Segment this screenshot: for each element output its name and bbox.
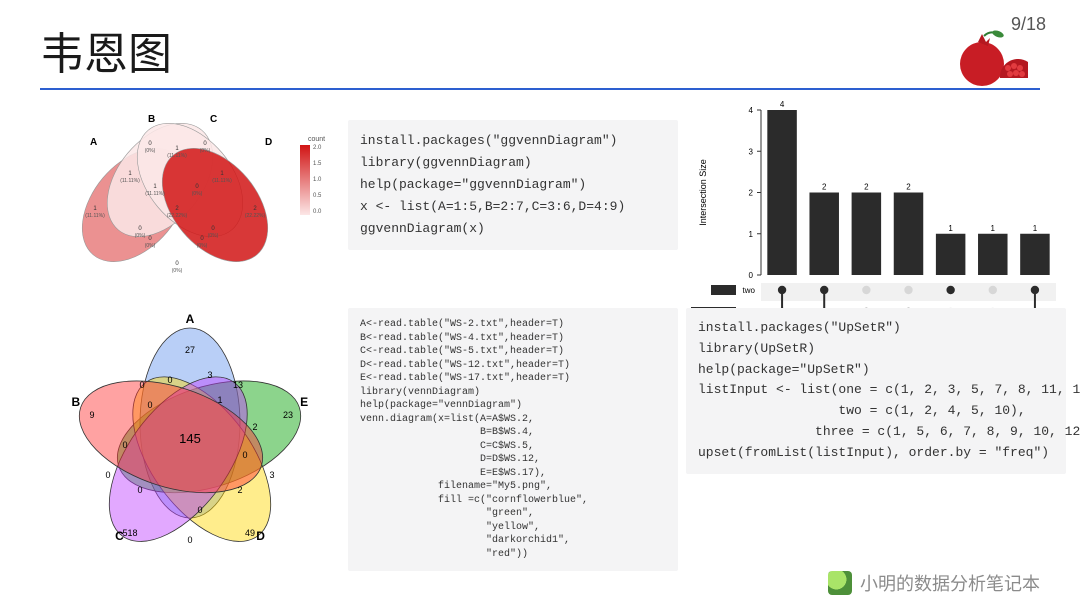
svg-text:0: 0 [749, 271, 754, 280]
svg-text:B: B [72, 395, 81, 409]
upset-figure: 01234Intersection Size4222111twoonethree [686, 100, 1066, 300]
svg-text:(11.11%): (11.11%) [212, 178, 232, 184]
svg-text:two: two [743, 286, 756, 295]
svg-text:4: 4 [749, 106, 754, 115]
svg-text:4: 4 [780, 100, 785, 109]
svg-text:(0%): (0%) [197, 243, 208, 249]
svg-text:0: 0 [167, 375, 172, 385]
venn4-figure: ABCD1(11.11%)0(0%)0(0%)2(22.22%)1(11.11%… [40, 100, 340, 300]
watermark: 小明的数据分析笔记本 [828, 570, 1040, 596]
svg-text:(0%): (0%) [172, 268, 183, 274]
svg-text:27: 27 [185, 345, 195, 355]
svg-text:1: 1 [948, 224, 953, 233]
svg-text:1: 1 [217, 395, 222, 405]
watermark-text: 小明的数据分析笔记本 [860, 570, 1040, 596]
svg-text:2: 2 [906, 183, 911, 192]
svg-text:D: D [256, 529, 265, 543]
svg-text:0.0: 0.0 [313, 209, 322, 215]
svg-text:0: 0 [137, 485, 142, 495]
svg-text:1: 1 [991, 224, 996, 233]
svg-text:1.0: 1.0 [313, 177, 322, 183]
svg-text:0: 0 [139, 380, 144, 390]
venn5-figure: AEDCB27234951891451303003012200000 [40, 308, 340, 568]
svg-text:1.5: 1.5 [313, 161, 322, 167]
svg-text:0: 0 [122, 440, 127, 450]
svg-text:(0%): (0%) [200, 148, 211, 154]
slide-title: 韦恩图 [40, 18, 1040, 82]
svg-text:2: 2 [252, 422, 257, 432]
svg-text:0: 0 [187, 535, 192, 545]
svg-text:9: 9 [89, 410, 94, 420]
svg-text:C: C [210, 114, 217, 125]
svg-text:(11.11%): (11.11%) [120, 178, 140, 184]
svg-text:1: 1 [1033, 224, 1038, 233]
svg-text:(0%): (0%) [135, 233, 146, 239]
svg-text:(22.22%): (22.22%) [167, 213, 188, 219]
title-divider [40, 88, 1040, 90]
code-ggvenn: install.packages("ggvennDiagram") librar… [348, 100, 678, 300]
svg-text:0: 0 [105, 470, 110, 480]
svg-text:B: B [148, 114, 155, 125]
svg-text:(0%): (0%) [145, 243, 156, 249]
svg-text:0: 0 [242, 450, 247, 460]
svg-text:(11.11%): (11.11%) [167, 153, 187, 159]
svg-text:D: D [265, 137, 272, 148]
svg-text:(11.11%): (11.11%) [145, 191, 165, 197]
svg-text:145: 145 [179, 431, 201, 446]
svg-text:518: 518 [122, 528, 137, 538]
svg-text:2: 2 [822, 183, 827, 192]
svg-text:2.0: 2.0 [313, 145, 322, 151]
svg-text:A: A [90, 137, 97, 148]
code-upsetr: install.packages("UpSetR") library(UpSet… [686, 308, 1066, 568]
wechat-icon [828, 571, 852, 595]
code-venndiagram: A<-read.table("WS-2.txt",header=T) B<-re… [348, 308, 678, 568]
svg-text:E: E [300, 395, 308, 409]
svg-text:(0%): (0%) [208, 233, 219, 239]
svg-text:23: 23 [283, 410, 293, 420]
svg-text:3: 3 [749, 147, 754, 156]
pomegranate-image [954, 28, 1034, 90]
svg-text:0.5: 0.5 [313, 193, 322, 199]
svg-text:(0%): (0%) [192, 191, 203, 197]
svg-text:(0%): (0%) [145, 148, 156, 154]
svg-text:count: count [308, 136, 325, 143]
svg-text:2: 2 [864, 183, 869, 192]
svg-text:0: 0 [147, 400, 152, 410]
svg-text:0: 0 [197, 505, 202, 515]
svg-text:(22.22%): (22.22%) [245, 213, 266, 219]
svg-text:3: 3 [269, 470, 274, 480]
svg-text:49: 49 [245, 528, 255, 538]
svg-text:(11.11%): (11.11%) [85, 213, 105, 219]
svg-text:1: 1 [749, 230, 754, 239]
svg-text:Intersection Size: Intersection Size [698, 159, 708, 226]
svg-text:2: 2 [749, 189, 754, 198]
svg-text:0: 0 [175, 261, 179, 267]
svg-text:A: A [186, 312, 195, 326]
svg-text:3: 3 [207, 370, 212, 380]
svg-text:2: 2 [237, 485, 242, 495]
svg-text:13: 13 [233, 380, 243, 390]
